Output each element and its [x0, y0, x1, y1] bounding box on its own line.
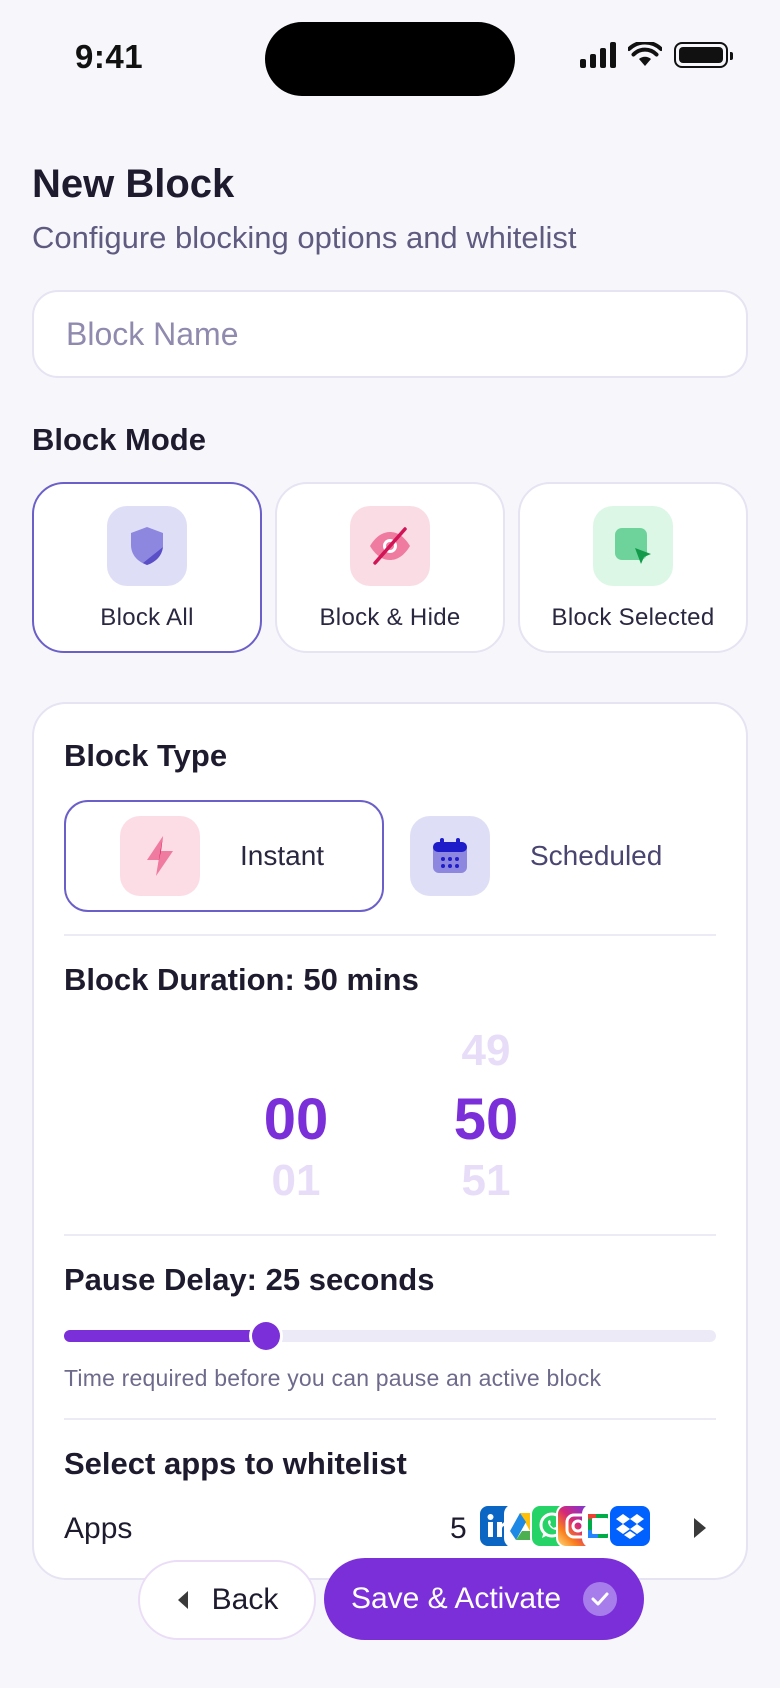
chevron-right-icon[interactable] [692, 1516, 708, 1540]
status-icons [580, 42, 733, 68]
hours-next[interactable]: 01 [236, 1156, 356, 1206]
hours-current[interactable]: 00 [236, 1086, 356, 1153]
block-mode-label: Block Mode [32, 422, 206, 457]
mode-card-block-hide[interactable]: Block & Hide [275, 482, 505, 653]
whitelist-app-stack[interactable] [478, 1504, 658, 1550]
back-button[interactable]: Back [138, 1560, 316, 1640]
mode-card-block-all[interactable]: Block All [32, 482, 262, 653]
pause-delay-slider[interactable] [64, 1322, 716, 1350]
cellular-signal-icon [580, 42, 616, 68]
apps-count: 5 [450, 1512, 467, 1545]
type-label: Scheduled [530, 840, 663, 871]
pause-delay-hint: Time required before you can pause an ac… [64, 1365, 602, 1391]
pause-delay-label: Pause Delay: 25 seconds [64, 1262, 435, 1297]
bottom-action-bar: Back Save & Activate [0, 1556, 780, 1646]
divider [64, 1418, 716, 1420]
block-duration-label: Block Duration: 50 mins [64, 962, 419, 997]
mode-label: Block All [100, 604, 194, 631]
type-option-instant[interactable]: Instant [64, 800, 384, 912]
type-option-scheduled[interactable]: Scheduled [396, 800, 716, 912]
minutes-prev[interactable]: 49 [426, 1026, 546, 1076]
slider-fill [64, 1330, 267, 1342]
block-type-label: Block Type [64, 738, 228, 773]
dropbox-icon [608, 1504, 652, 1548]
mode-card-block-selected[interactable]: Block Selected [518, 482, 748, 653]
back-button-label: Back [211, 1583, 279, 1616]
status-bar: 9:41 [0, 0, 780, 120]
type-label: Instant [240, 840, 325, 871]
eye-off-icon [350, 506, 430, 586]
slider-thumb[interactable] [252, 1322, 281, 1350]
save-button-label: Save & Activate [350, 1582, 562, 1615]
page-subtitle: Configure blocking options and whitelist [32, 220, 577, 255]
shield-icon [107, 506, 187, 586]
block-settings-panel: Block Type Instant Scheduled Block Durat… [32, 702, 748, 1580]
mode-label: Block Selected [551, 604, 715, 631]
divider [64, 1234, 716, 1236]
minutes-next[interactable]: 51 [426, 1156, 546, 1206]
page-title: New Block [32, 162, 235, 206]
divider [64, 934, 716, 936]
mode-label: Block & Hide [319, 604, 461, 631]
lightning-icon [120, 816, 200, 896]
cursor-select-icon [593, 506, 673, 586]
battery-icon [674, 42, 733, 68]
minutes-current[interactable]: 50 [426, 1086, 546, 1153]
block-name-input[interactable] [32, 290, 748, 378]
apps-label: Apps [64, 1512, 133, 1545]
save-activate-button[interactable]: Save & Activate [324, 1558, 644, 1640]
dynamic-island [265, 22, 515, 96]
wifi-icon [628, 42, 662, 66]
chevron-left-icon [177, 1591, 188, 1609]
calendar-icon [410, 816, 490, 896]
whitelist-label: Select apps to whitelist [64, 1446, 407, 1481]
status-time: 9:41 [75, 38, 144, 75]
check-icon [583, 1582, 618, 1616]
